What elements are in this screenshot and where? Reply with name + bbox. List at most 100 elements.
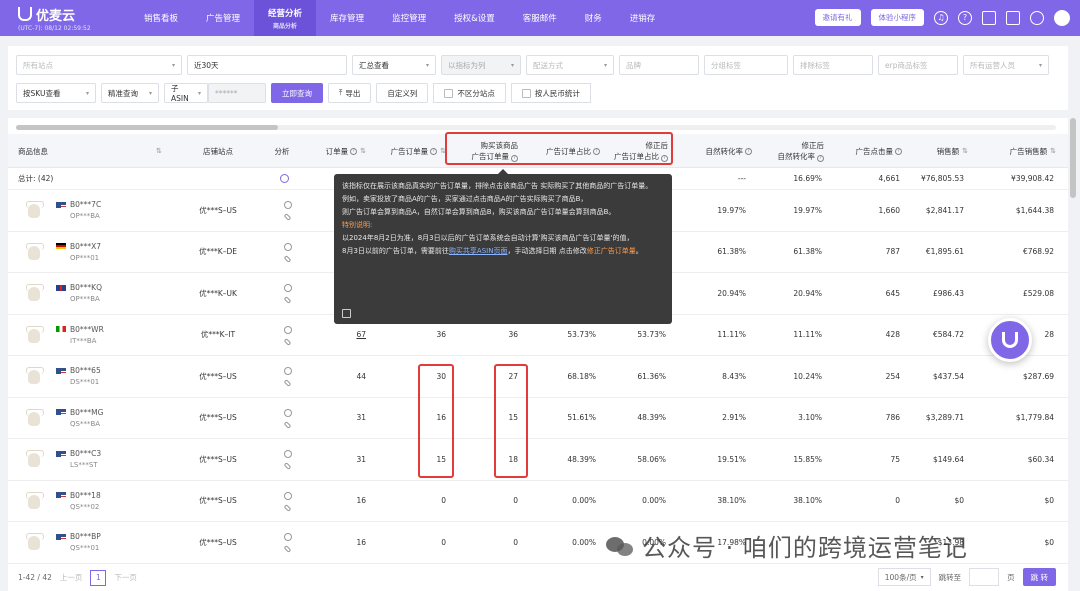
nav-item-customer-email[interactable]: 客服邮件 xyxy=(509,0,571,36)
col-fixed-ad-ratio[interactable]: 修正后 广告订单占比? xyxy=(604,134,668,168)
link-icon[interactable] xyxy=(283,420,292,429)
query-button[interactable]: 立即查询 xyxy=(271,83,323,103)
rmb-stat-checkbox[interactable]: 按人民币统计 xyxy=(510,83,591,103)
product-thumbnail[interactable] xyxy=(22,323,46,347)
pie-chart-icon[interactable] xyxy=(278,168,290,189)
custom-columns-button[interactable]: 自定义列 xyxy=(376,83,429,103)
link-icon[interactable] xyxy=(283,213,292,222)
link-icon[interactable] xyxy=(283,545,292,554)
prev-page-button[interactable]: 上一页 xyxy=(60,572,83,583)
help-icon[interactable]: ? xyxy=(958,10,972,25)
analysis-icon[interactable] xyxy=(284,450,292,459)
view-mode-select[interactable]: 汇总查看 ▾ xyxy=(352,55,436,75)
col-product[interactable]: 商品信息 ⇅ xyxy=(18,134,168,168)
nav-item-purchase-sales[interactable]: 进销存 xyxy=(616,0,670,36)
cell-ad-orders: 15 xyxy=(436,454,446,464)
col-ad-ratio[interactable]: 广告订单占比? xyxy=(522,134,600,168)
bell-icon[interactable] xyxy=(1030,10,1044,25)
product-asin[interactable]: B0***MG xyxy=(70,408,103,417)
analysis-icon[interactable] xyxy=(284,242,292,251)
product-thumbnail[interactable] xyxy=(22,530,46,554)
date-range-select[interactable]: 近30天 xyxy=(187,55,347,75)
col-sales[interactable]: 销售额 ⇅ xyxy=(906,134,968,168)
nav-item-auth-settings[interactable]: 授权&设置 xyxy=(440,0,509,36)
horizontal-scrollbar[interactable] xyxy=(16,125,278,130)
link-icon[interactable] xyxy=(283,254,292,263)
next-page-button[interactable]: 下一页 xyxy=(114,572,137,583)
fix-ad-orders-link[interactable]: 修正广告订单量 xyxy=(587,247,636,255)
product-thumbnail[interactable] xyxy=(22,489,46,513)
product-thumbnail[interactable] xyxy=(22,447,46,471)
nav-item-finance[interactable]: 财务 xyxy=(571,0,616,36)
avatar[interactable] xyxy=(1054,9,1070,26)
product-thumbnail[interactable] xyxy=(22,364,46,388)
product-asin[interactable]: B0***C3 xyxy=(70,449,101,458)
headset-icon[interactable]: ♫ xyxy=(934,10,948,25)
page-size-select[interactable]: 100条/页 ▾ xyxy=(877,568,931,586)
link-icon[interactable] xyxy=(283,462,292,471)
operator-select[interactable]: 所有运营人员 ▾ xyxy=(963,55,1049,75)
match-type-select[interactable]: 精准查询 ▾ xyxy=(101,83,159,103)
cart-icon[interactable] xyxy=(1006,10,1020,25)
assistant-fab[interactable] xyxy=(988,318,1032,362)
col-ad-sales[interactable]: 广告销售额 ⇅ xyxy=(972,134,1056,168)
brand-select[interactable]: 品牌 xyxy=(619,55,699,75)
col-fixed-natural-cr[interactable]: 修正后 自然转化率? xyxy=(756,134,824,168)
jump-button[interactable]: 跳 转 xyxy=(1022,568,1056,586)
col-ad-orders[interactable]: 广告订单量? ⇅ xyxy=(370,134,446,168)
group-tag-select[interactable]: 分组标签 xyxy=(704,55,788,75)
product-thumbnail[interactable] xyxy=(22,406,46,430)
tooltip-link[interactable]: 购买共享ASIN页面 xyxy=(449,247,508,255)
nav-item-sales-board[interactable]: 销售看板 xyxy=(130,0,192,36)
col-buy-ad-orders[interactable]: 购买该商品 广告订单量? xyxy=(450,134,518,168)
fulfillment-select[interactable]: 配送方式 ▾ xyxy=(526,55,614,75)
erp-tag-select[interactable]: erp商品标签 xyxy=(878,55,958,75)
analysis-icon[interactable] xyxy=(284,408,292,417)
product-asin[interactable]: B0***WR xyxy=(70,325,104,334)
export-button[interactable]: ⤒ 导出 xyxy=(328,83,372,103)
analysis-icon[interactable] xyxy=(284,201,292,210)
analysis-icon[interactable] xyxy=(284,491,292,500)
product-thumbnail[interactable] xyxy=(22,198,46,222)
link-icon[interactable] xyxy=(283,337,292,346)
country-flag-icon xyxy=(56,367,66,374)
product-asin[interactable]: B0***18 xyxy=(70,491,101,500)
link-icon[interactable] xyxy=(283,296,292,305)
vertical-scrollbar[interactable] xyxy=(1070,118,1076,198)
asin-type-select[interactable]: 子ASIN ▾ xyxy=(164,83,208,103)
nav-item-inventory[interactable]: 库存管理 xyxy=(316,0,378,36)
analysis-icon[interactable] xyxy=(284,533,292,542)
product-thumbnail[interactable] xyxy=(22,281,46,305)
cell-clicks: 645 xyxy=(885,288,900,298)
cell-ad-ratio: 0.00% xyxy=(572,496,596,506)
nav-item-business-analysis[interactable]: 经营分析 商品分析 xyxy=(254,0,317,36)
col-clicks[interactable]: 广告点击量? xyxy=(828,134,902,168)
col-orders[interactable]: 订单量? ⇅ xyxy=(308,134,366,168)
site-select[interactable]: 所有站点 ▾ xyxy=(16,55,182,75)
mini-program-button[interactable]: 体验小程序 xyxy=(870,9,924,26)
exclude-tag-select[interactable]: 排除标签 xyxy=(793,55,873,75)
edit-icon[interactable] xyxy=(342,309,351,318)
product-asin[interactable]: B0***KQ xyxy=(70,283,102,292)
brand[interactable]: 优麦云 (UTC-7): 08/12 02:59:52 xyxy=(0,5,130,32)
analysis-icon[interactable] xyxy=(284,367,292,376)
sku-view-select[interactable]: 按SKU查看 ▾ xyxy=(16,83,96,103)
product-asin[interactable]: B0***7C xyxy=(70,200,101,209)
nav-item-ad-management[interactable]: 广告管理 xyxy=(192,0,254,36)
page-button-current[interactable]: 1 xyxy=(90,569,107,586)
product-asin[interactable]: B0***BP xyxy=(70,532,101,541)
link-icon[interactable] xyxy=(283,503,292,512)
nav-item-monitoring[interactable]: 监控管理 xyxy=(378,0,440,36)
product-asin[interactable]: B0***X7 xyxy=(70,242,101,251)
analysis-icon[interactable] xyxy=(284,284,292,293)
invite-button[interactable]: 邀请有礼 xyxy=(814,9,861,26)
link-icon[interactable] xyxy=(283,379,292,388)
asin-input[interactable]: ****** xyxy=(208,83,266,103)
document-icon[interactable] xyxy=(982,10,996,25)
no-site-split-checkbox[interactable]: 不区分站点 xyxy=(433,83,506,103)
goto-page-input[interactable] xyxy=(969,568,1000,586)
product-asin[interactable]: B0***65 xyxy=(70,366,101,375)
product-thumbnail[interactable] xyxy=(22,240,46,264)
col-natural-cr[interactable]: 自然转化率? xyxy=(674,134,752,168)
analysis-icon[interactable] xyxy=(284,325,292,334)
